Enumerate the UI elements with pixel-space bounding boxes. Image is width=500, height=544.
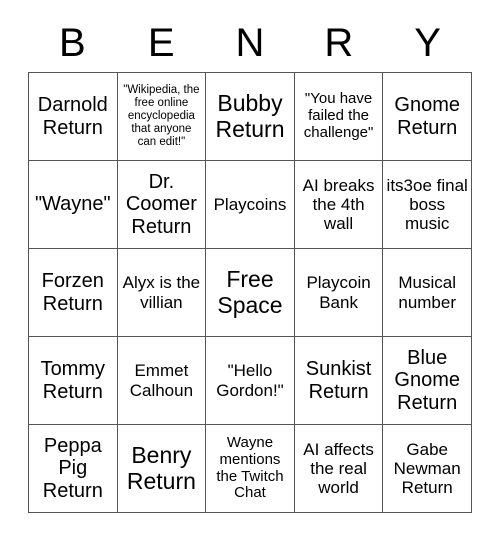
bingo-cell[interactable]: AI affects the real world bbox=[293, 424, 384, 513]
bingo-cell[interactable]: Emmet Calhoun bbox=[116, 336, 207, 425]
bingo-cell[interactable]: Wayne mentions the Twitch Chat bbox=[205, 424, 295, 513]
bingo-cell[interactable]: Gnome Return bbox=[382, 72, 472, 161]
bingo-cell[interactable]: Forzen Return bbox=[28, 248, 118, 337]
bingo-cell[interactable]: Alyx is the villian bbox=[116, 248, 207, 337]
bingo-row: "Wayne" Dr. Coomer Return Playcoins AI b… bbox=[28, 160, 472, 249]
bingo-row: Tommy Return Emmet Calhoun "Hello Gordon… bbox=[28, 336, 472, 425]
bingo-grid-body: Darnold Return "Wikipedia, the free onli… bbox=[28, 72, 472, 513]
bingo-cell[interactable]: "Hello Gordon!" bbox=[205, 336, 295, 425]
bingo-cell-free-space[interactable]: Free Space bbox=[205, 248, 295, 337]
bingo-header-letter-e: E bbox=[147, 21, 175, 65]
bingo-cell[interactable]: Dr. Coomer Return bbox=[116, 160, 207, 249]
bingo-cell[interactable]: Playcoins bbox=[205, 160, 295, 249]
bingo-cell[interactable]: Darnold Return bbox=[28, 72, 118, 161]
bingo-header-letter-y: Y bbox=[414, 21, 441, 65]
bingo-cell[interactable]: "Wikipedia, the free online encyclopedia… bbox=[116, 72, 207, 161]
bingo-cell[interactable]: "Wayne" bbox=[28, 160, 118, 249]
bingo-header: B E N R Y bbox=[28, 14, 472, 72]
bingo-cell[interactable]: Peppa Pig Return bbox=[28, 424, 118, 513]
bingo-header-letter-b: B bbox=[59, 21, 86, 65]
bingo-cell[interactable]: Bubby Return bbox=[205, 72, 295, 161]
bingo-header-letter-n: N bbox=[235, 21, 265, 65]
bingo-card: B E N R Y Darnold Return "Wikipedia, the… bbox=[28, 14, 472, 516]
bingo-row: Forzen Return Alyx is the villian Free S… bbox=[28, 248, 472, 337]
bingo-cell[interactable]: Musical number bbox=[382, 248, 472, 337]
bingo-cell[interactable]: "You have failed the challenge" bbox=[293, 72, 384, 161]
bingo-cell[interactable]: Tommy Return bbox=[28, 336, 118, 425]
bingo-row: Peppa Pig Return Benry Return Wayne ment… bbox=[28, 424, 472, 513]
bingo-cell[interactable]: Benry Return bbox=[116, 424, 207, 513]
bingo-cell[interactable]: Blue Gnome Return bbox=[382, 336, 472, 425]
bingo-cell[interactable]: its3oe final boss music bbox=[382, 160, 472, 249]
bingo-cell[interactable]: Playcoin Bank bbox=[293, 248, 384, 337]
bingo-row: Darnold Return "Wikipedia, the free onli… bbox=[28, 72, 472, 161]
bingo-grid: Darnold Return "Wikipedia, the free onli… bbox=[28, 72, 472, 513]
bingo-cell[interactable]: AI breaks the 4th wall bbox=[293, 160, 384, 249]
bingo-cell[interactable]: Gabe Newman Return bbox=[382, 424, 472, 513]
bingo-header-letter-r: R bbox=[324, 21, 354, 65]
bingo-cell[interactable]: Sunkist Return bbox=[293, 336, 384, 425]
